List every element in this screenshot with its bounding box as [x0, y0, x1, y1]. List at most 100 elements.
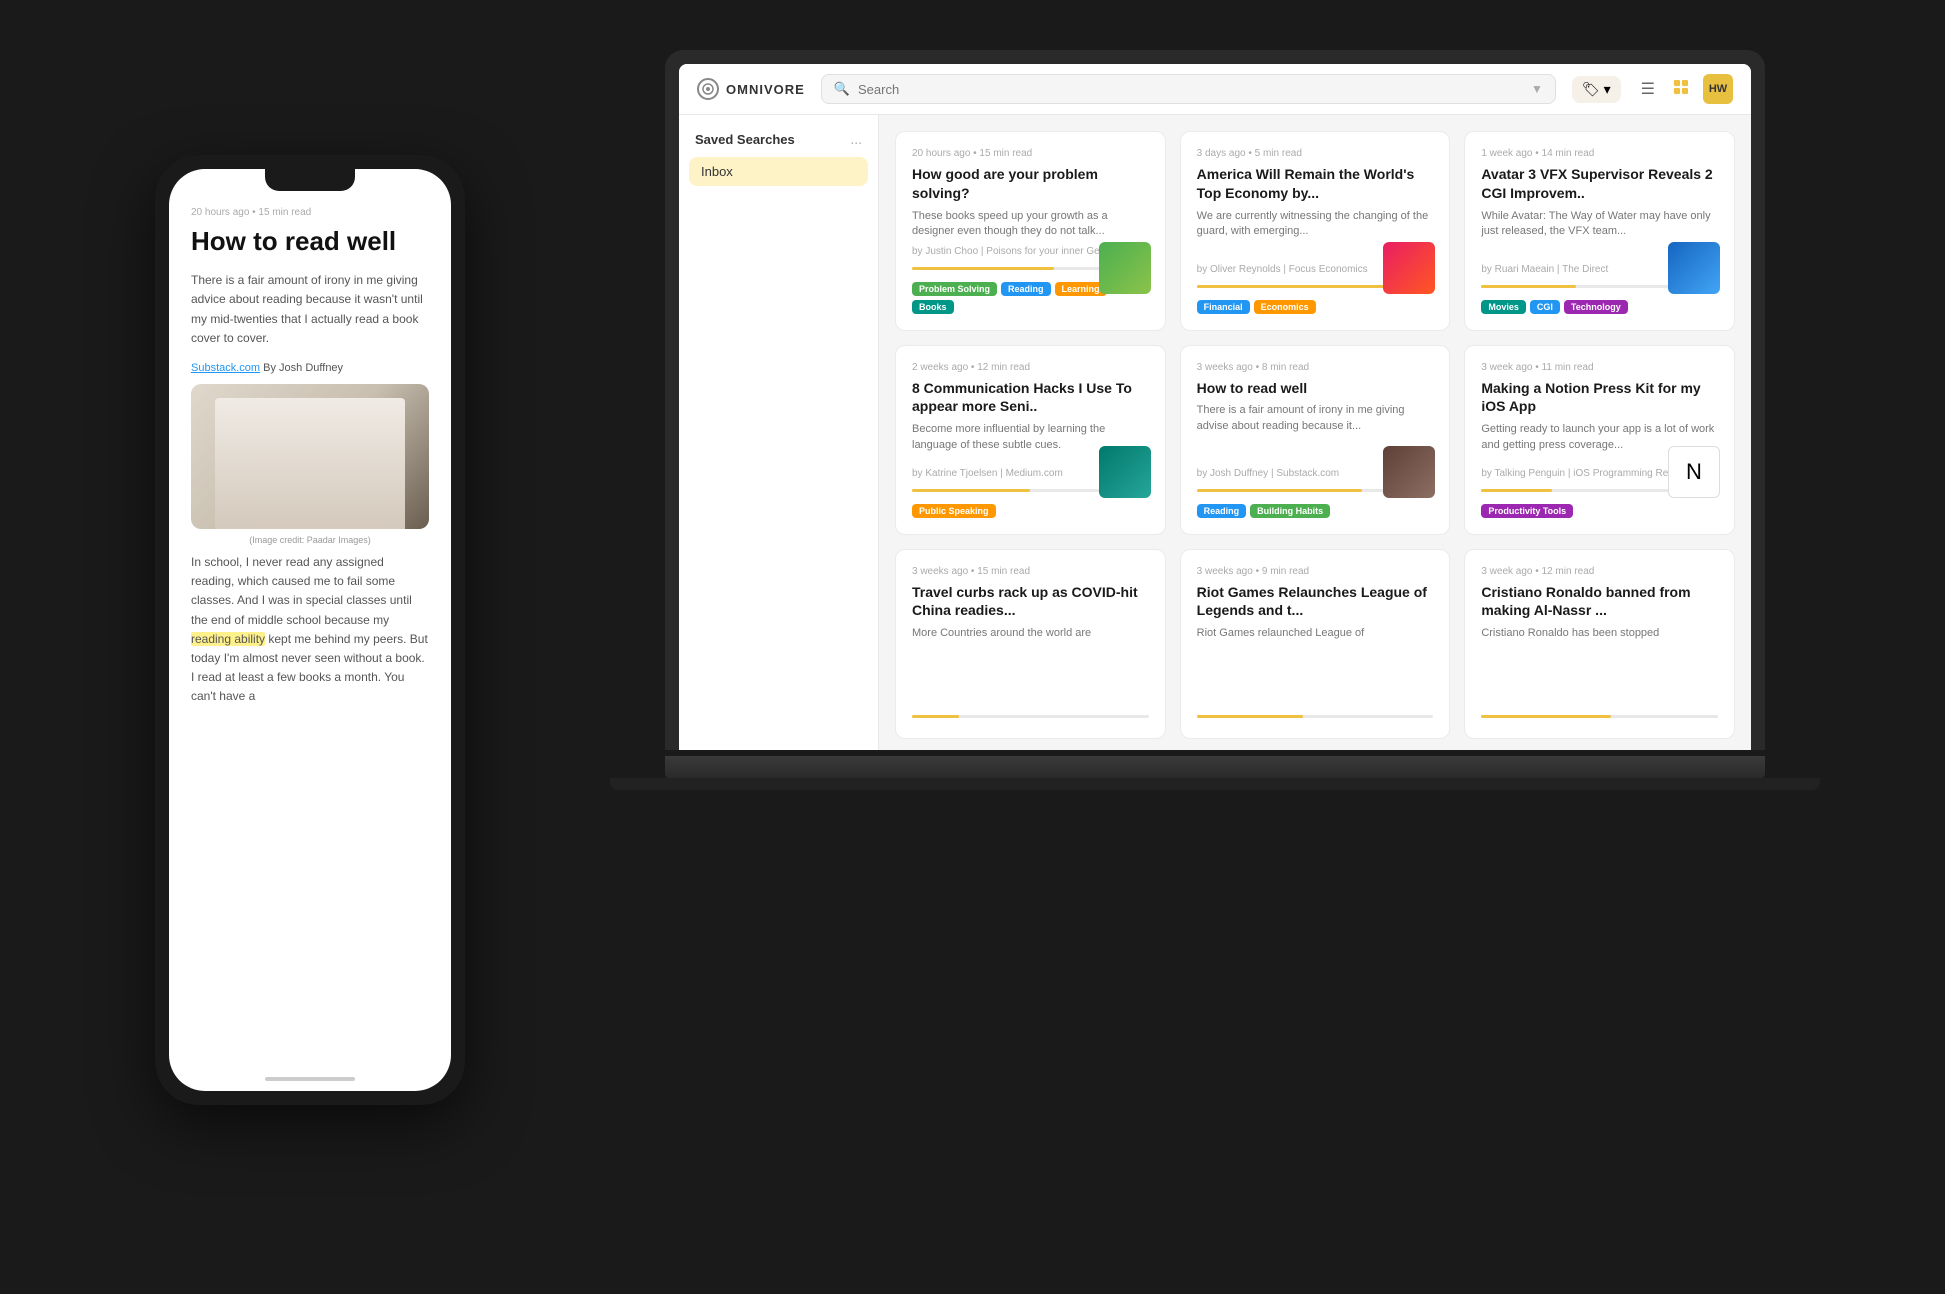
tag[interactable]: Reading: [1197, 504, 1247, 518]
article-progress-fill: [912, 489, 1030, 492]
article-title: How to read well: [1197, 379, 1434, 398]
app-header: OMNIVORE 🔍 ▼ 🏷 ▾ ☰ HW: [679, 64, 1751, 115]
article-excerpt: More Countries around the world are: [912, 626, 1149, 704]
article-meta: 20 hours ago • 15 min read: [912, 148, 1149, 159]
article-tags: Public Speaking: [912, 504, 1149, 518]
phone-article-image: [191, 384, 429, 529]
phone-notch: [265, 169, 355, 191]
article-card[interactable]: 2 weeks ago • 12 min read 8 Communicatio…: [895, 345, 1166, 535]
article-meta: 3 week ago • 11 min read: [1481, 362, 1718, 373]
article-meta: 3 weeks ago • 8 min read: [1197, 362, 1434, 373]
avatar-button[interactable]: HW: [1703, 74, 1733, 104]
laptop-screen-inner: OMNIVORE 🔍 ▼ 🏷 ▾ ☰ HW: [679, 64, 1751, 750]
article-title: Making a Notion Press Kit for my iOS App: [1481, 379, 1718, 417]
phone-author-name: By Josh Duffney: [263, 362, 343, 374]
phone-highlighted-text: reading ability: [191, 632, 265, 646]
search-input[interactable]: [858, 82, 1523, 97]
article-progress-fill: [1197, 285, 1386, 288]
article-progress-fill: [1197, 489, 1363, 492]
article-title: How good are your problem solving?: [912, 165, 1149, 203]
article-progress-bar-track: [1481, 715, 1718, 718]
article-progress-bar-track: [912, 715, 1149, 718]
phone-source: Substack.com By Josh Duffney: [191, 362, 429, 374]
sidebar-item-inbox[interactable]: Inbox: [689, 157, 868, 186]
phone-screen: 20 hours ago • 15 min read How to read w…: [169, 169, 451, 1091]
search-filter-button[interactable]: ▼: [1531, 82, 1543, 96]
laptop-foot: [610, 778, 1820, 790]
search-icon: 🔍: [834, 81, 850, 97]
article-thumbnail: [1383, 242, 1435, 294]
article-title: Riot Games Relaunches League of Legends …: [1197, 583, 1434, 621]
article-progress-fill: [1481, 285, 1576, 288]
article-excerpt: Riot Games relaunched League of: [1197, 626, 1434, 704]
article-meta: 3 weeks ago • 9 min read: [1197, 566, 1434, 577]
tag[interactable]: CGI: [1530, 300, 1560, 314]
menu-button[interactable]: ☰: [1637, 75, 1659, 103]
article-tags: Movies CGI Technology: [1481, 300, 1718, 314]
tag[interactable]: Public Speaking: [912, 504, 996, 518]
article-card[interactable]: 3 week ago • 12 min read Cristiano Ronal…: [1464, 549, 1735, 739]
laptop-base: [665, 756, 1765, 778]
omnivore-logo: OMNIVORE: [697, 78, 805, 100]
article-thumbnail: [1383, 446, 1435, 498]
sidebar-section-header: Saved Searches ...: [689, 131, 868, 147]
content-area[interactable]: 20 hours ago • 15 min read How good are …: [879, 115, 1751, 750]
article-card[interactable]: 20 hours ago • 15 min read How good are …: [895, 131, 1166, 331]
phone-source-link[interactable]: Substack.com: [191, 362, 260, 374]
article-progress-fill: [1481, 715, 1611, 718]
tag[interactable]: Productivity Tools: [1481, 504, 1573, 518]
article-excerpt: Cristiano Ronaldo has been stopped: [1481, 626, 1718, 704]
label-chevron: ▾: [1604, 81, 1611, 98]
article-title: Cristiano Ronaldo banned from making Al-…: [1481, 583, 1718, 621]
tag[interactable]: Reading: [1001, 282, 1051, 296]
article-title: Avatar 3 VFX Supervisor Reveals 2 CGI Im…: [1481, 165, 1718, 203]
grid-view-button[interactable]: [1669, 75, 1693, 104]
logo-icon: [697, 78, 719, 100]
article-thumbnail: [1099, 242, 1151, 294]
header-actions: ☰ HW: [1637, 74, 1733, 104]
label-button[interactable]: 🏷 ▾: [1572, 76, 1621, 103]
phone-article-content: 20 hours ago • 15 min read How to read w…: [169, 191, 451, 1071]
article-tags: Reading Building Habits: [1197, 504, 1434, 518]
article-progress-fill: [1481, 489, 1552, 492]
tag[interactable]: Financial: [1197, 300, 1250, 314]
article-card[interactable]: 3 week ago • 11 min read Making a Notion…: [1464, 345, 1735, 535]
article-card[interactable]: 3 weeks ago • 9 min read Riot Games Rela…: [1180, 549, 1451, 739]
phone-article-body-1: There is a fair amount of irony in me gi…: [191, 271, 429, 348]
tag[interactable]: Technology: [1564, 300, 1628, 314]
sidebar: Saved Searches ... Inbox: [679, 115, 879, 750]
laptop-screen-outer: OMNIVORE 🔍 ▼ 🏷 ▾ ☰ HW: [665, 50, 1765, 750]
phone-home-bar: [265, 1077, 355, 1081]
phone-article-title: How to read well: [191, 226, 429, 257]
tag[interactable]: Building Habits: [1250, 504, 1330, 518]
articles-grid: 20 hours ago • 15 min read How good are …: [895, 131, 1735, 739]
article-meta: 3 week ago • 12 min read: [1481, 566, 1718, 577]
app-body: Saved Searches ... Inbox 20 hours ago • …: [679, 115, 1751, 750]
article-card[interactable]: 3 weeks ago • 15 min read Travel curbs r…: [895, 549, 1166, 739]
article-thumbnail: N: [1668, 446, 1720, 498]
article-title: 8 Communication Hacks I Use To appear mo…: [912, 379, 1149, 417]
label-icon: 🏷: [1582, 81, 1600, 98]
article-meta: 3 days ago • 5 min read: [1197, 148, 1434, 159]
article-progress-fill: [1197, 715, 1304, 718]
laptop-device: OMNIVORE 🔍 ▼ 🏷 ▾ ☰ HW: [665, 50, 1765, 830]
article-card[interactable]: 3 days ago • 5 min read America Will Rem…: [1180, 131, 1451, 331]
article-meta: 3 weeks ago • 15 min read: [912, 566, 1149, 577]
article-card[interactable]: 1 week ago • 14 min read Avatar 3 VFX Su…: [1464, 131, 1735, 331]
article-tags: Productivity Tools: [1481, 504, 1718, 518]
phone-article-meta: 20 hours ago • 15 min read: [191, 207, 429, 218]
phone-image-caption: (Image credit: Paadar Images): [191, 535, 429, 545]
sidebar-more-button[interactable]: ...: [850, 131, 862, 147]
tag[interactable]: Books: [912, 300, 954, 314]
article-excerpt: These books speed up your growth as a de…: [912, 209, 1149, 240]
tag[interactable]: Economics: [1254, 300, 1316, 314]
tag[interactable]: Movies: [1481, 300, 1526, 314]
article-card[interactable]: 3 weeks ago • 8 min read How to read wel…: [1180, 345, 1451, 535]
article-meta: 1 week ago • 14 min read: [1481, 148, 1718, 159]
sidebar-item-inbox-label: Inbox: [701, 164, 733, 179]
tag[interactable]: Problem Solving: [912, 282, 997, 296]
search-bar[interactable]: 🔍 ▼: [821, 74, 1556, 104]
article-meta: 2 weeks ago • 12 min read: [912, 362, 1149, 373]
article-progress-bar-track: [1197, 715, 1434, 718]
phone-article-body-2: In school, I never read any assigned rea…: [191, 553, 429, 707]
